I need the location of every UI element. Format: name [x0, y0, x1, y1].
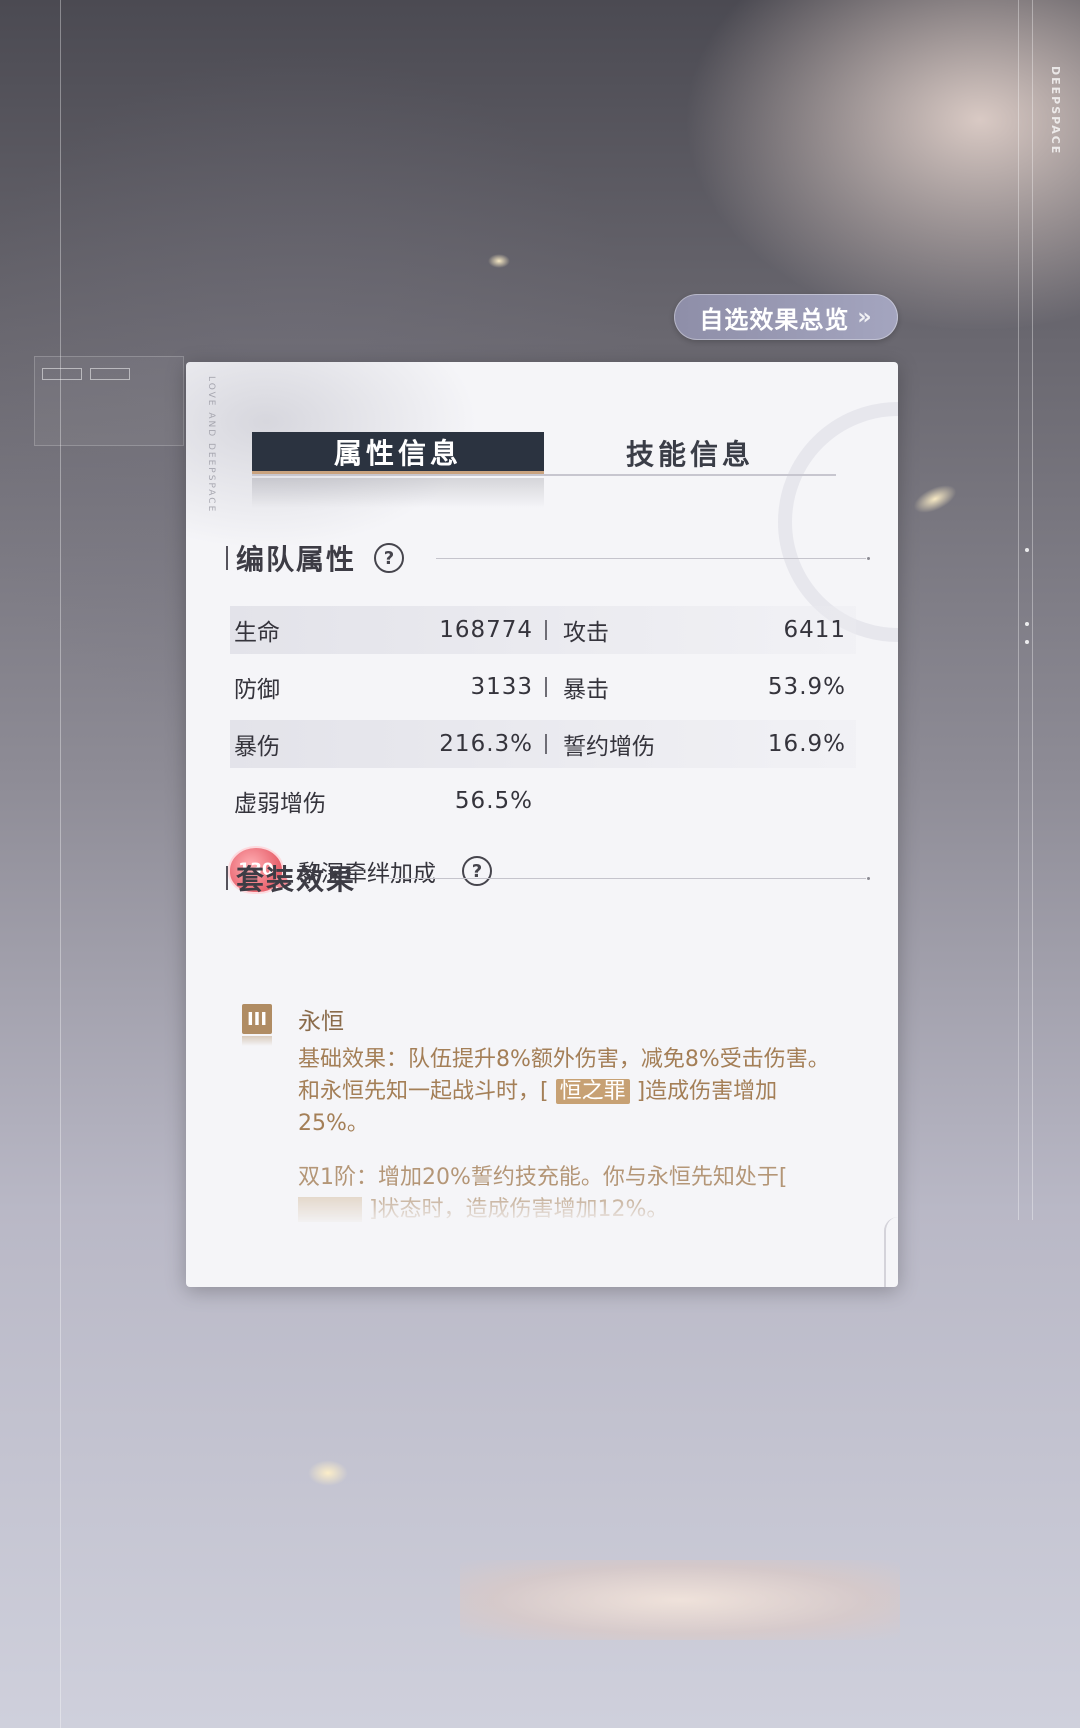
stats-table: 生命 168774 攻击 6411 防御 3133 暴击 53.9% 暴伤 21…	[230, 606, 856, 834]
background-frame-line-left	[60, 0, 61, 1728]
stat-crit-damage: 暴伤 216.3%	[230, 720, 543, 768]
stat-label: 生命	[234, 620, 280, 646]
card-vertical-text: LOVE AND DEEPSPACE	[206, 376, 216, 514]
stat-label: 暴击	[563, 677, 609, 703]
set-desc-text: 双1阶：增加20%誓约技充能。你与永恒先知处于[	[298, 1165, 788, 1190]
background-dot	[1025, 548, 1029, 552]
tab-bar: 属性信息 技能信息	[252, 432, 836, 476]
stat-attack: 攻击 6411	[543, 606, 856, 654]
effects-overview-button[interactable]: 自选效果总览 »	[674, 294, 898, 340]
keyword-highlight[interactable]: 恒之罪	[555, 1079, 630, 1104]
section-divider	[388, 876, 870, 880]
stat-row: 暴伤 216.3% 誓约增伤 16.9%	[230, 720, 856, 768]
stat-value: 6411	[783, 617, 846, 643]
set-base-effect: 基础效果：队伍提升8%额外伤害，减免8%受击伤害。和永恒先知一起战斗时，[ 恒之…	[298, 1044, 838, 1140]
question-circle-icon[interactable]: ?	[374, 543, 405, 573]
light-sparkle	[488, 254, 510, 268]
brand-vertical-text: DEEPSPACE	[1049, 66, 1062, 156]
double-chevron-right-icon: »	[857, 304, 873, 330]
set-desc-text: ]状态时，造成伤害增加12%。	[361, 1197, 669, 1222]
stat-defense: 防御 3133	[230, 663, 543, 711]
set-tier-effect: 双1阶：增加20%誓约技充能。你与永恒先知处于[ ]状态时，造成伤害增加12%。	[298, 1162, 838, 1226]
background-chip	[42, 368, 82, 380]
stat-value: 56.5%	[454, 788, 533, 814]
stat-value: 168774	[439, 617, 533, 643]
stat-value: 16.9%	[767, 731, 846, 757]
background-frame-line-right	[1018, 0, 1019, 1220]
section-marker	[226, 546, 228, 570]
effects-overview-label: 自选效果总览	[699, 305, 850, 334]
section-title: 编队属性	[236, 543, 357, 576]
background-chip	[90, 368, 130, 380]
stat-value: 216.3%	[439, 731, 533, 757]
tab-attributes[interactable]: 属性信息	[252, 432, 544, 474]
stat-weaken-damage: 虚弱增伤 56.5%	[230, 777, 543, 825]
light-sparkle	[308, 1460, 348, 1486]
attribute-card: LOVE AND DEEPSPACE 属性信息 技能信息 编队属性 ? 生命 1…	[186, 362, 898, 1287]
background-dot	[1025, 640, 1029, 644]
background-dot	[1025, 622, 1029, 626]
tier-badge-shadow	[242, 1036, 272, 1046]
tab-shadow	[252, 478, 544, 508]
stat-label: 虚弱增伤	[234, 791, 326, 817]
stat-oath-damage: 誓约增伤 16.9%	[543, 720, 856, 768]
section-marker	[226, 866, 228, 890]
stat-row: 生命 168774 攻击 6411	[230, 606, 856, 654]
stat-hp: 生命 168774	[230, 606, 543, 654]
set-effects-header: 套装效果	[226, 858, 870, 898]
stat-label: 暴伤	[234, 734, 280, 760]
stat-crit-rate: 暴击 53.9%	[543, 663, 856, 711]
section-divider	[436, 556, 870, 560]
stat-label: 防御	[234, 677, 280, 703]
stat-value: 3133	[470, 674, 533, 700]
stat-row: 虚弱增伤 56.5%	[230, 777, 856, 825]
team-attributes-header: 编队属性 ?	[226, 538, 870, 578]
keyword-highlight[interactable]	[298, 1197, 362, 1222]
background-blurred-button	[460, 1560, 900, 1640]
background-frame-line-right-outer	[1032, 0, 1033, 1220]
tier-badge: III	[242, 1004, 272, 1034]
tab-skills[interactable]: 技能信息	[544, 432, 836, 474]
stat-value: 53.9%	[767, 674, 846, 700]
stat-label: 攻击	[563, 620, 609, 646]
section-title: 套装效果	[236, 863, 357, 896]
stat-row: 防御 3133 暴击 53.9%	[230, 663, 856, 711]
card-corner-decoration	[884, 1217, 898, 1287]
set-name: 永恒	[298, 1009, 344, 1035]
light-sparkle	[909, 479, 961, 519]
stat-label: 誓约增伤	[563, 734, 655, 760]
